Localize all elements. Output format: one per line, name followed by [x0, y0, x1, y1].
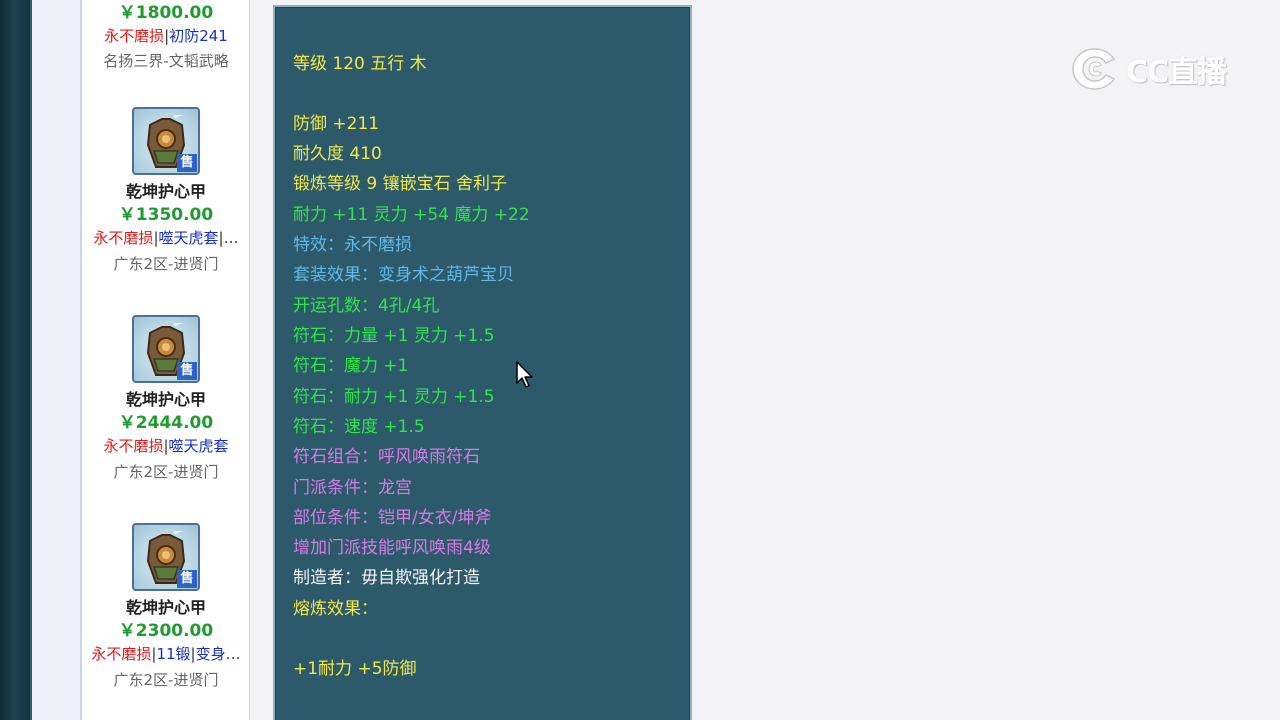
- item-server: 广东2区-进贤门: [113, 463, 219, 481]
- detail-rune-2: 符石：魔力 +1: [293, 356, 409, 376]
- page-gutter: [32, 0, 82, 720]
- detail-forge-gem: 锻炼等级 9 镶嵌宝石 舍利子: [293, 174, 508, 194]
- detail-defense: 防御 +211: [293, 114, 380, 134]
- left-dark-strip: [0, 0, 32, 720]
- detail-attributes: 耐力 +11 灵力 +54 魔力 +22: [293, 205, 530, 225]
- cc-logo-icon: [1072, 48, 1116, 90]
- detail-school-req: 门派条件：龙宫: [293, 478, 412, 498]
- tag-durable[interactable]: 永不磨损: [104, 27, 164, 45]
- detail-level: 等级 120 五行 木: [293, 54, 427, 74]
- list-item[interactable]: ￥1800.00 永不磨损|初防241 名扬三界-文韬武略: [82, 1, 250, 73]
- item-tags: 永不磨损|噬天虎套: [82, 435, 250, 457]
- watermark-text: CC直播: [1126, 55, 1227, 90]
- item-icon-armor[interactable]: 售: [132, 315, 200, 383]
- sell-badge: 售: [177, 362, 197, 380]
- item-tags: 永不磨损|噬天虎套|…: [82, 227, 250, 249]
- item-server: 广东2区-进贤门: [113, 255, 219, 273]
- cc-live-watermark: CC直播: [1070, 44, 1240, 94]
- detail-set-effect: 套装效果：变身术之葫芦宝贝: [293, 265, 514, 285]
- detail-durability: 耐久度 410: [293, 144, 382, 164]
- detail-holes: 开运孔数：4孔/4孔: [293, 296, 440, 316]
- tag-defense[interactable]: 初防241: [169, 27, 228, 45]
- tag-overflow: |…: [218, 229, 239, 247]
- mouse-cursor-icon: [516, 361, 533, 388]
- item-server: 广东2区-进贤门: [113, 671, 219, 689]
- list-item[interactable]: 售 乾坤护心甲 ￥1350.00 永不磨损|噬天虎套|… 广东2区-进贤门: [82, 107, 250, 276]
- detail-maker: 制造者：毋自欺强化打造: [293, 568, 480, 588]
- item-icon-armor[interactable]: 售: [132, 107, 200, 175]
- tag-durable[interactable]: 永不磨损: [103, 437, 163, 455]
- tag-forge[interactable]: 11锻: [156, 645, 190, 663]
- list-item[interactable]: 售 乾坤护心甲 ￥2444.00 永不磨损|噬天虎套 广东2区-进贤门: [82, 315, 250, 484]
- item-price: ￥2444.00: [118, 413, 214, 433]
- item-price: ￥2300.00: [118, 621, 214, 641]
- sell-badge: 售: [177, 154, 197, 172]
- detail-smelt-value: +1耐力 +5防御: [293, 659, 417, 679]
- item-price: ￥1350.00: [118, 205, 214, 225]
- detail-rune-4: 符石：速度 +1.5: [293, 417, 425, 437]
- tag-transform[interactable]: 变身…: [196, 645, 241, 663]
- detail-rune-1: 符石：力量 +1 灵力 +1.5: [293, 326, 495, 346]
- item-listing-column: ￥1800.00 永不磨损|初防241 名扬三界-文韬武略 售 乾坤护心甲 ￥1…: [82, 0, 250, 720]
- item-icon-armor[interactable]: 售: [132, 523, 200, 591]
- item-tags: 永不磨损|初防241: [82, 25, 250, 47]
- tag-durable[interactable]: 永不磨损: [91, 645, 151, 663]
- list-item[interactable]: 售 乾坤护心甲 ￥2300.00 永不磨损|11锻|变身… 广东2区-进贤门: [82, 523, 250, 692]
- item-name[interactable]: 乾坤护心甲: [82, 389, 250, 411]
- item-name[interactable]: 乾坤护心甲: [82, 181, 250, 203]
- item-tags: 永不磨损|11锻|变身…: [82, 643, 250, 665]
- detail-slot-req: 部位条件：铠甲/女衣/坤斧: [293, 508, 492, 528]
- tag-set[interactable]: 噬天虎套: [159, 229, 219, 247]
- detail-skill-bonus: 增加门派技能呼风唤雨4级: [293, 538, 491, 558]
- item-name[interactable]: 乾坤护心甲: [82, 597, 250, 619]
- detail-smelt-label: 熔炼效果：: [293, 599, 378, 619]
- item-detail-tooltip: 等级 120 五行 木 防御 +211 耐久度 410 锻炼等级 9 镶嵌宝石 …: [273, 5, 692, 720]
- detail-rune-3: 符石：耐力 +1 灵力 +1.5: [293, 387, 495, 407]
- item-price: ￥1800.00: [118, 3, 214, 23]
- detail-special: 特效：永不磨损: [293, 235, 412, 255]
- item-server: 名扬三界-文韬武略: [103, 52, 229, 70]
- tag-durable[interactable]: 永不磨损: [93, 229, 153, 247]
- sell-badge: 售: [177, 570, 197, 588]
- tag-set[interactable]: 噬天虎套: [169, 437, 229, 455]
- detail-rune-combo: 符石组合：呼风唤雨符石: [293, 447, 480, 467]
